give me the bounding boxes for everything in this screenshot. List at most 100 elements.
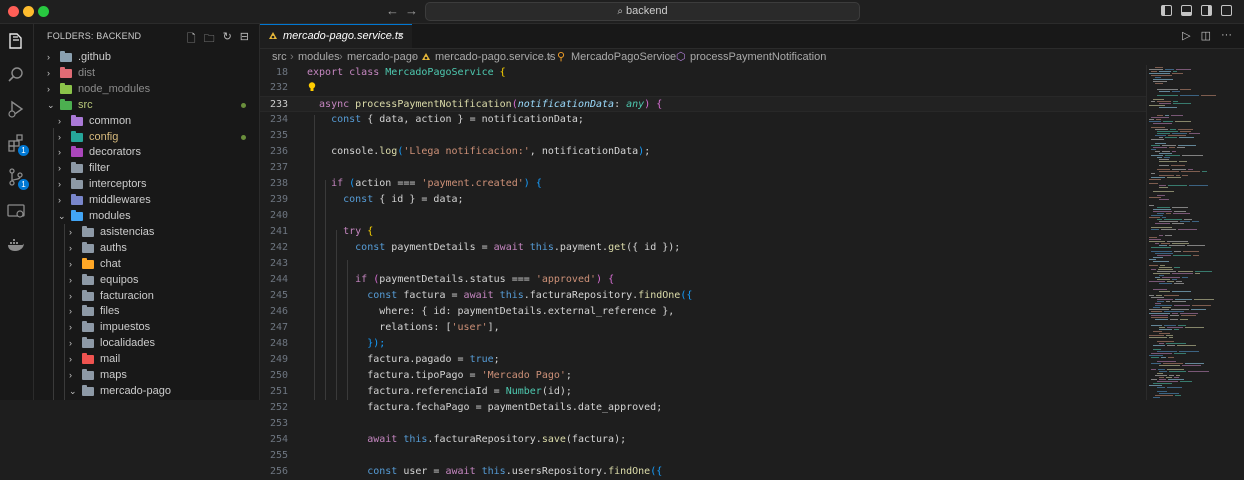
tree-item-label: files bbox=[100, 305, 120, 318]
new-file-icon[interactable]: 🗋 bbox=[187, 30, 196, 49]
forward-arrow-icon[interactable]: → bbox=[405, 3, 418, 18]
minimap-line bbox=[1179, 161, 1187, 162]
tree-item-mercado-pago[interactable]: ⌄ mercado-pago bbox=[34, 383, 259, 399]
refresh-icon[interactable]: ↻ bbox=[223, 30, 232, 49]
tree-item-github[interactable]: › .github bbox=[34, 49, 259, 65]
toggle-primary-sidebar-icon[interactable] bbox=[1161, 5, 1172, 16]
tree-item-mail[interactable]: › mail bbox=[34, 351, 259, 367]
minimap-line bbox=[1159, 171, 1179, 172]
minimap-line bbox=[1153, 81, 1167, 82]
breadcrumb-item-class[interactable]: MercadoPagoService bbox=[571, 49, 676, 65]
toggle-secondary-sidebar-icon[interactable] bbox=[1201, 5, 1212, 16]
tree-item-modules[interactable]: ⌄ modules bbox=[34, 208, 259, 224]
minimap-line bbox=[1171, 165, 1185, 166]
command-center[interactable]: ⌕ backend bbox=[425, 2, 860, 21]
tree-item-filter[interactable]: › filter bbox=[34, 160, 259, 176]
tree-item-config[interactable]: › config bbox=[34, 129, 259, 145]
code-line: 254 await this.facturaRepository.save(fa… bbox=[260, 432, 1146, 448]
tree-item-interceptors[interactable]: › interceptors bbox=[34, 176, 259, 192]
run-debug-icon[interactable] bbox=[6, 99, 26, 119]
remote-explorer-icon[interactable] bbox=[6, 201, 26, 221]
tree-item-files[interactable]: › files bbox=[34, 303, 259, 319]
method-symbol-icon: ⬡ bbox=[676, 51, 686, 63]
minimap-line bbox=[1181, 315, 1196, 316]
search-icon[interactable] bbox=[6, 65, 26, 85]
tree-item-src[interactable]: ⌄ src bbox=[34, 97, 259, 113]
minimap-line bbox=[1159, 165, 1169, 166]
new-folder-icon[interactable]: 🗀 bbox=[204, 30, 215, 49]
minimap-line bbox=[1159, 379, 1166, 380]
minimap-line bbox=[1175, 121, 1191, 122]
code-token: await bbox=[445, 466, 482, 477]
tree-item-asistencias[interactable]: › asistencias bbox=[34, 224, 259, 240]
code-token: this bbox=[499, 290, 524, 301]
breadcrumb-item-mercado-pago[interactable]: mercado-pago bbox=[347, 49, 418, 65]
breadcrumb-item-file[interactable]: mercado-pago.service.ts bbox=[435, 49, 555, 65]
toggle-panel-icon[interactable] bbox=[1181, 5, 1192, 16]
minimap-line bbox=[1178, 271, 1193, 272]
minimap-line bbox=[1193, 255, 1199, 256]
minimap-line bbox=[1173, 255, 1191, 256]
customize-layout-icon[interactable] bbox=[1221, 5, 1232, 16]
minimap-line bbox=[1159, 153, 1172, 154]
tree-item-decorators[interactable]: › decorators bbox=[34, 144, 259, 160]
minimap-line bbox=[1172, 279, 1177, 280]
minimap-line bbox=[1169, 337, 1173, 338]
code-editor[interactable]: 18 export class MercadoPagoService {232 23… bbox=[260, 65, 1146, 477]
extensions-button[interactable]: 1 bbox=[6, 133, 29, 156]
minimap-line bbox=[1157, 213, 1164, 214]
tree-item-impuestos[interactable]: › impuestos bbox=[34, 319, 259, 335]
activity-bar: 1 1 bbox=[0, 24, 34, 400]
minimap-line bbox=[1180, 131, 1191, 132]
tree-item-facturacion[interactable]: › facturacion bbox=[34, 288, 259, 304]
tree-item-chat[interactable]: › chat bbox=[34, 256, 259, 272]
lightbulb-icon[interactable] bbox=[308, 82, 316, 92]
run-icon[interactable]: ▷ bbox=[1182, 29, 1190, 42]
code-token: ) { bbox=[596, 274, 615, 285]
tree-item-equipos[interactable]: › equipos bbox=[34, 272, 259, 288]
minimize-window-button[interactable] bbox=[23, 6, 34, 17]
tab-close-icon[interactable]: × bbox=[398, 25, 404, 47]
collapse-all-icon[interactable]: ⊟ bbox=[240, 30, 249, 49]
minimap-line bbox=[1155, 243, 1159, 244]
tree-item-auths[interactable]: › auths bbox=[34, 240, 259, 256]
tree-item-common[interactable]: › common bbox=[34, 113, 259, 129]
maximize-window-button[interactable] bbox=[38, 6, 49, 17]
breadcrumb-item-src[interactable]: src bbox=[272, 49, 287, 65]
back-arrow-icon[interactable]: ← bbox=[386, 3, 399, 18]
code-token: try bbox=[307, 226, 368, 237]
chevron-right-icon: › bbox=[58, 179, 61, 190]
source-control-button[interactable]: 1 bbox=[6, 167, 29, 190]
minimap-line bbox=[1167, 387, 1182, 388]
more-actions-icon[interactable]: ··· bbox=[1221, 29, 1232, 42]
code-token: factura.pagado = bbox=[307, 354, 470, 365]
tree-item-node-modules[interactable]: › node_modules bbox=[34, 81, 259, 97]
minimap-line bbox=[1169, 371, 1186, 372]
explorer-icon[interactable] bbox=[6, 31, 26, 51]
minimap-line bbox=[1176, 175, 1180, 176]
minimap-line bbox=[1166, 343, 1186, 344]
minimap-line bbox=[1149, 69, 1163, 70]
modified-indicator bbox=[241, 134, 246, 140]
folder-icon bbox=[71, 114, 83, 126]
tree-item-maps[interactable]: › maps bbox=[34, 367, 259, 383]
breadcrumb-item-method[interactable]: processPaymentNotification bbox=[690, 49, 826, 65]
split-editor-icon[interactable]: ◫ bbox=[1201, 29, 1211, 42]
code-token: ) { bbox=[523, 178, 542, 189]
minimap[interactable] bbox=[1146, 65, 1244, 400]
code-token: (id); bbox=[541, 386, 572, 397]
close-window-button[interactable] bbox=[8, 6, 19, 17]
minimap-line bbox=[1159, 137, 1163, 138]
tree-item-label: mercado-pago bbox=[100, 384, 171, 397]
breadcrumb-item-modules[interactable]: modules bbox=[298, 49, 340, 65]
tree-item-middlewares[interactable]: › middlewares bbox=[34, 192, 259, 208]
code-token: ; bbox=[565, 370, 572, 381]
minimap-line bbox=[1151, 227, 1172, 228]
minimap-line bbox=[1157, 351, 1177, 352]
tree-item-dist[interactable]: › dist bbox=[34, 65, 259, 81]
docker-icon[interactable] bbox=[6, 235, 26, 255]
code-token: , notificationData bbox=[529, 146, 639, 157]
tab-mercado-pago-service[interactable]: mercado-pago.service.ts × bbox=[260, 24, 412, 48]
minimap-line bbox=[1168, 357, 1174, 358]
tree-item-localidades[interactable]: › localidades bbox=[34, 335, 259, 351]
